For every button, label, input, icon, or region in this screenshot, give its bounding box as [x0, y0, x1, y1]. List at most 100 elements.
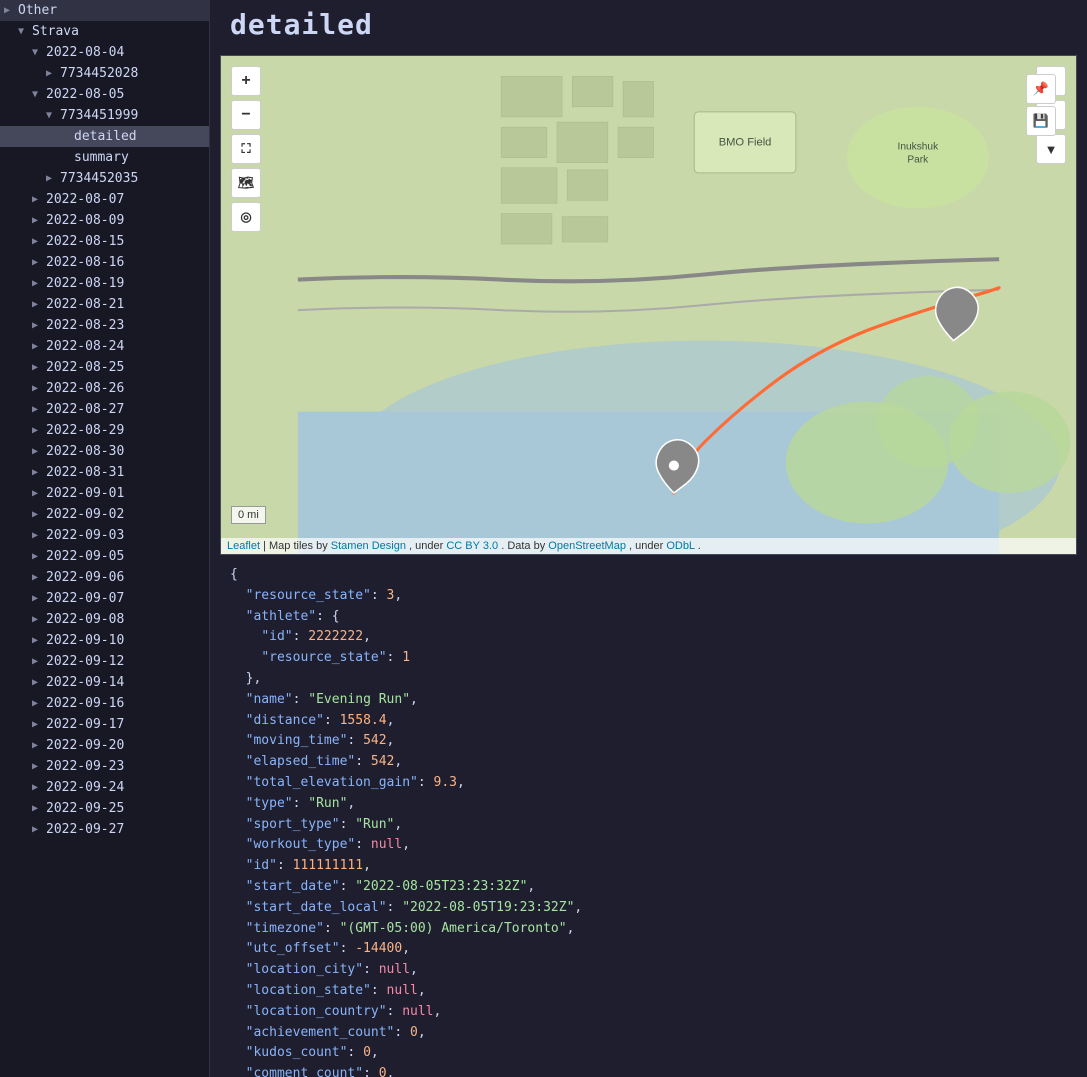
- chevron-icon: ▶: [32, 404, 46, 415]
- chevron-icon: ▶: [32, 572, 46, 583]
- sidebar-item-2022-09-25[interactable]: ▶2022-09-25: [0, 798, 209, 819]
- chevron-icon: ▶: [32, 761, 46, 772]
- sidebar-item-2022-09-24[interactable]: ▶2022-09-24: [0, 777, 209, 798]
- sidebar-item-label: 2022-09-08: [46, 612, 203, 627]
- sidebar-item-2022-09-12[interactable]: ▶2022-09-12: [0, 651, 209, 672]
- code-panel[interactable]: { "resource_state": 3, "athlete": { "id"…: [210, 555, 1087, 1077]
- locate-button[interactable]: ◎: [231, 202, 261, 232]
- attribution-period: .: [698, 540, 701, 552]
- sidebar-item-2022-08-31[interactable]: ▶2022-08-31: [0, 462, 209, 483]
- sidebar-item-summary[interactable]: summary: [0, 147, 209, 168]
- chevron-icon: ▶: [32, 509, 46, 520]
- sidebar-item-label: 2022-08-19: [46, 276, 203, 291]
- chevron-icon: ▶: [32, 824, 46, 835]
- sidebar-item-strava[interactable]: ▼Strava: [0, 21, 209, 42]
- download-button[interactable]: 💾: [1026, 106, 1056, 136]
- sidebar-item-2022-08-25[interactable]: ▶2022-08-25: [0, 357, 209, 378]
- sidebar-item-label: 2022-08-09: [46, 213, 203, 228]
- sidebar-item-2022-09-17[interactable]: ▶2022-09-17: [0, 714, 209, 735]
- sidebar-item-label: 2022-08-04: [46, 45, 203, 60]
- sidebar-item-label: 2022-08-24: [46, 339, 203, 354]
- chevron-icon: ▶: [32, 719, 46, 730]
- cc-link[interactable]: CC BY 3.0: [446, 540, 498, 552]
- sidebar-item-label: 2022-09-07: [46, 591, 203, 606]
- sidebar-item-label: 2022-08-25: [46, 360, 203, 375]
- map-controls-right: 🔒 ⧉ ▼ 📌 💾: [1036, 66, 1066, 164]
- sidebar-item-2022-08-16[interactable]: ▶2022-08-16: [0, 252, 209, 273]
- sidebar-item-detailed[interactable]: detailed: [0, 126, 209, 147]
- sidebar-item-label: 2022-09-03: [46, 528, 203, 543]
- sidebar-item-label: 2022-09-10: [46, 633, 203, 648]
- chevron-icon: ▶: [32, 257, 46, 268]
- chevron-icon: ▶: [32, 278, 46, 289]
- sidebar-item-2022-09-27[interactable]: ▶2022-09-27: [0, 819, 209, 840]
- filter-button[interactable]: ▼: [1036, 134, 1066, 164]
- attribution-text: | Map tiles by: [263, 540, 331, 552]
- map-scale: 0 mi: [231, 506, 266, 524]
- svg-text:Park: Park: [907, 155, 929, 166]
- osm-link[interactable]: OpenStreetMap: [548, 540, 626, 552]
- main-content: detailed: [210, 0, 1087, 1077]
- sidebar-item-2022-09-14[interactable]: ▶2022-09-14: [0, 672, 209, 693]
- chevron-icon: ▶: [32, 488, 46, 499]
- svg-text:BMO Field: BMO Field: [719, 136, 772, 148]
- sidebar-item-2022-09-08[interactable]: ▶2022-09-08: [0, 609, 209, 630]
- sidebar-item-7734452028[interactable]: ▶7734452028: [0, 63, 209, 84]
- sidebar-item-2022-09-16[interactable]: ▶2022-09-16: [0, 693, 209, 714]
- chevron-icon: ▼: [32, 89, 46, 100]
- sidebar-item-2022-09-01[interactable]: ▶2022-09-01: [0, 483, 209, 504]
- chevron-icon: ▶: [32, 362, 46, 373]
- sidebar-item-label: 2022-08-26: [46, 381, 203, 396]
- sidebar-item-2022-08-27[interactable]: ▶2022-08-27: [0, 399, 209, 420]
- chevron-icon: ▶: [46, 173, 60, 184]
- sidebar-item-2022-09-07[interactable]: ▶2022-09-07: [0, 588, 209, 609]
- chevron-icon: ▶: [32, 425, 46, 436]
- sidebar-item-2022-09-02[interactable]: ▶2022-09-02: [0, 504, 209, 525]
- chevron-icon: ▼: [32, 47, 46, 58]
- sidebar-item-other[interactable]: ▶Other: [0, 0, 209, 21]
- sidebar-item-2022-08-29[interactable]: ▶2022-08-29: [0, 420, 209, 441]
- sidebar-item-2022-08-04[interactable]: ▼2022-08-04: [0, 42, 209, 63]
- chevron-icon: ▶: [32, 341, 46, 352]
- sidebar-item-2022-09-06[interactable]: ▶2022-09-06: [0, 567, 209, 588]
- sidebar-item-label: 2022-08-21: [46, 297, 203, 312]
- sidebar-item-2022-09-03[interactable]: ▶2022-09-03: [0, 525, 209, 546]
- sidebar-item-7734451999[interactable]: ▼7734451999: [0, 105, 209, 126]
- leaflet-link[interactable]: Leaflet: [227, 540, 260, 552]
- stamen-link[interactable]: Stamen Design: [331, 540, 406, 552]
- sidebar-item-2022-08-19[interactable]: ▶2022-08-19: [0, 273, 209, 294]
- odbl-link[interactable]: ODbL: [666, 540, 694, 552]
- chevron-icon: ▶: [32, 530, 46, 541]
- sidebar-item-label: 2022-09-12: [46, 654, 203, 669]
- sidebar-item-2022-08-30[interactable]: ▶2022-08-30: [0, 441, 209, 462]
- sidebar-item-2022-08-23[interactable]: ▶2022-08-23: [0, 315, 209, 336]
- fullscreen-button[interactable]: ⛶: [231, 134, 261, 164]
- chevron-icon: ▶: [4, 5, 18, 16]
- sidebar-item-2022-08-21[interactable]: ▶2022-08-21: [0, 294, 209, 315]
- sidebar-item-label: 2022-08-15: [46, 234, 203, 249]
- sidebar-item-2022-08-15[interactable]: ▶2022-08-15: [0, 231, 209, 252]
- sidebar-item-2022-08-05[interactable]: ▼2022-08-05: [0, 84, 209, 105]
- chevron-icon: ▶: [32, 194, 46, 205]
- sidebar-item-7734452035[interactable]: ▶7734452035: [0, 168, 209, 189]
- attribution-text2: , under: [409, 540, 446, 552]
- attribution-text3: . Data by: [501, 540, 548, 552]
- sidebar-item-2022-08-26[interactable]: ▶2022-08-26: [0, 378, 209, 399]
- sidebar-item-2022-08-09[interactable]: ▶2022-08-09: [0, 210, 209, 231]
- sidebar-item-label: 7734452035: [60, 171, 203, 186]
- sidebar-item-2022-09-10[interactable]: ▶2022-09-10: [0, 630, 209, 651]
- save-map-button[interactable]: 📌: [1026, 74, 1056, 104]
- sidebar-item-label: 2022-09-24: [46, 780, 203, 795]
- page-title: detailed: [230, 8, 1067, 41]
- zoom-in-button[interactable]: +: [231, 66, 261, 96]
- sidebar-item-2022-09-20[interactable]: ▶2022-09-20: [0, 735, 209, 756]
- sidebar-item-2022-08-24[interactable]: ▶2022-08-24: [0, 336, 209, 357]
- map-view-button[interactable]: 🗺: [231, 168, 261, 198]
- sidebar: ▶Other▼Strava▼2022-08-04▶7734452028▼2022…: [0, 0, 210, 1077]
- sidebar-item-2022-09-05[interactable]: ▶2022-09-05: [0, 546, 209, 567]
- sidebar-item-2022-08-07[interactable]: ▶2022-08-07: [0, 189, 209, 210]
- sidebar-item-2022-09-23[interactable]: ▶2022-09-23: [0, 756, 209, 777]
- svg-text:Inukshuk: Inukshuk: [897, 142, 939, 153]
- sidebar-item-label: 2022-08-07: [46, 192, 203, 207]
- zoom-out-button[interactable]: −: [231, 100, 261, 130]
